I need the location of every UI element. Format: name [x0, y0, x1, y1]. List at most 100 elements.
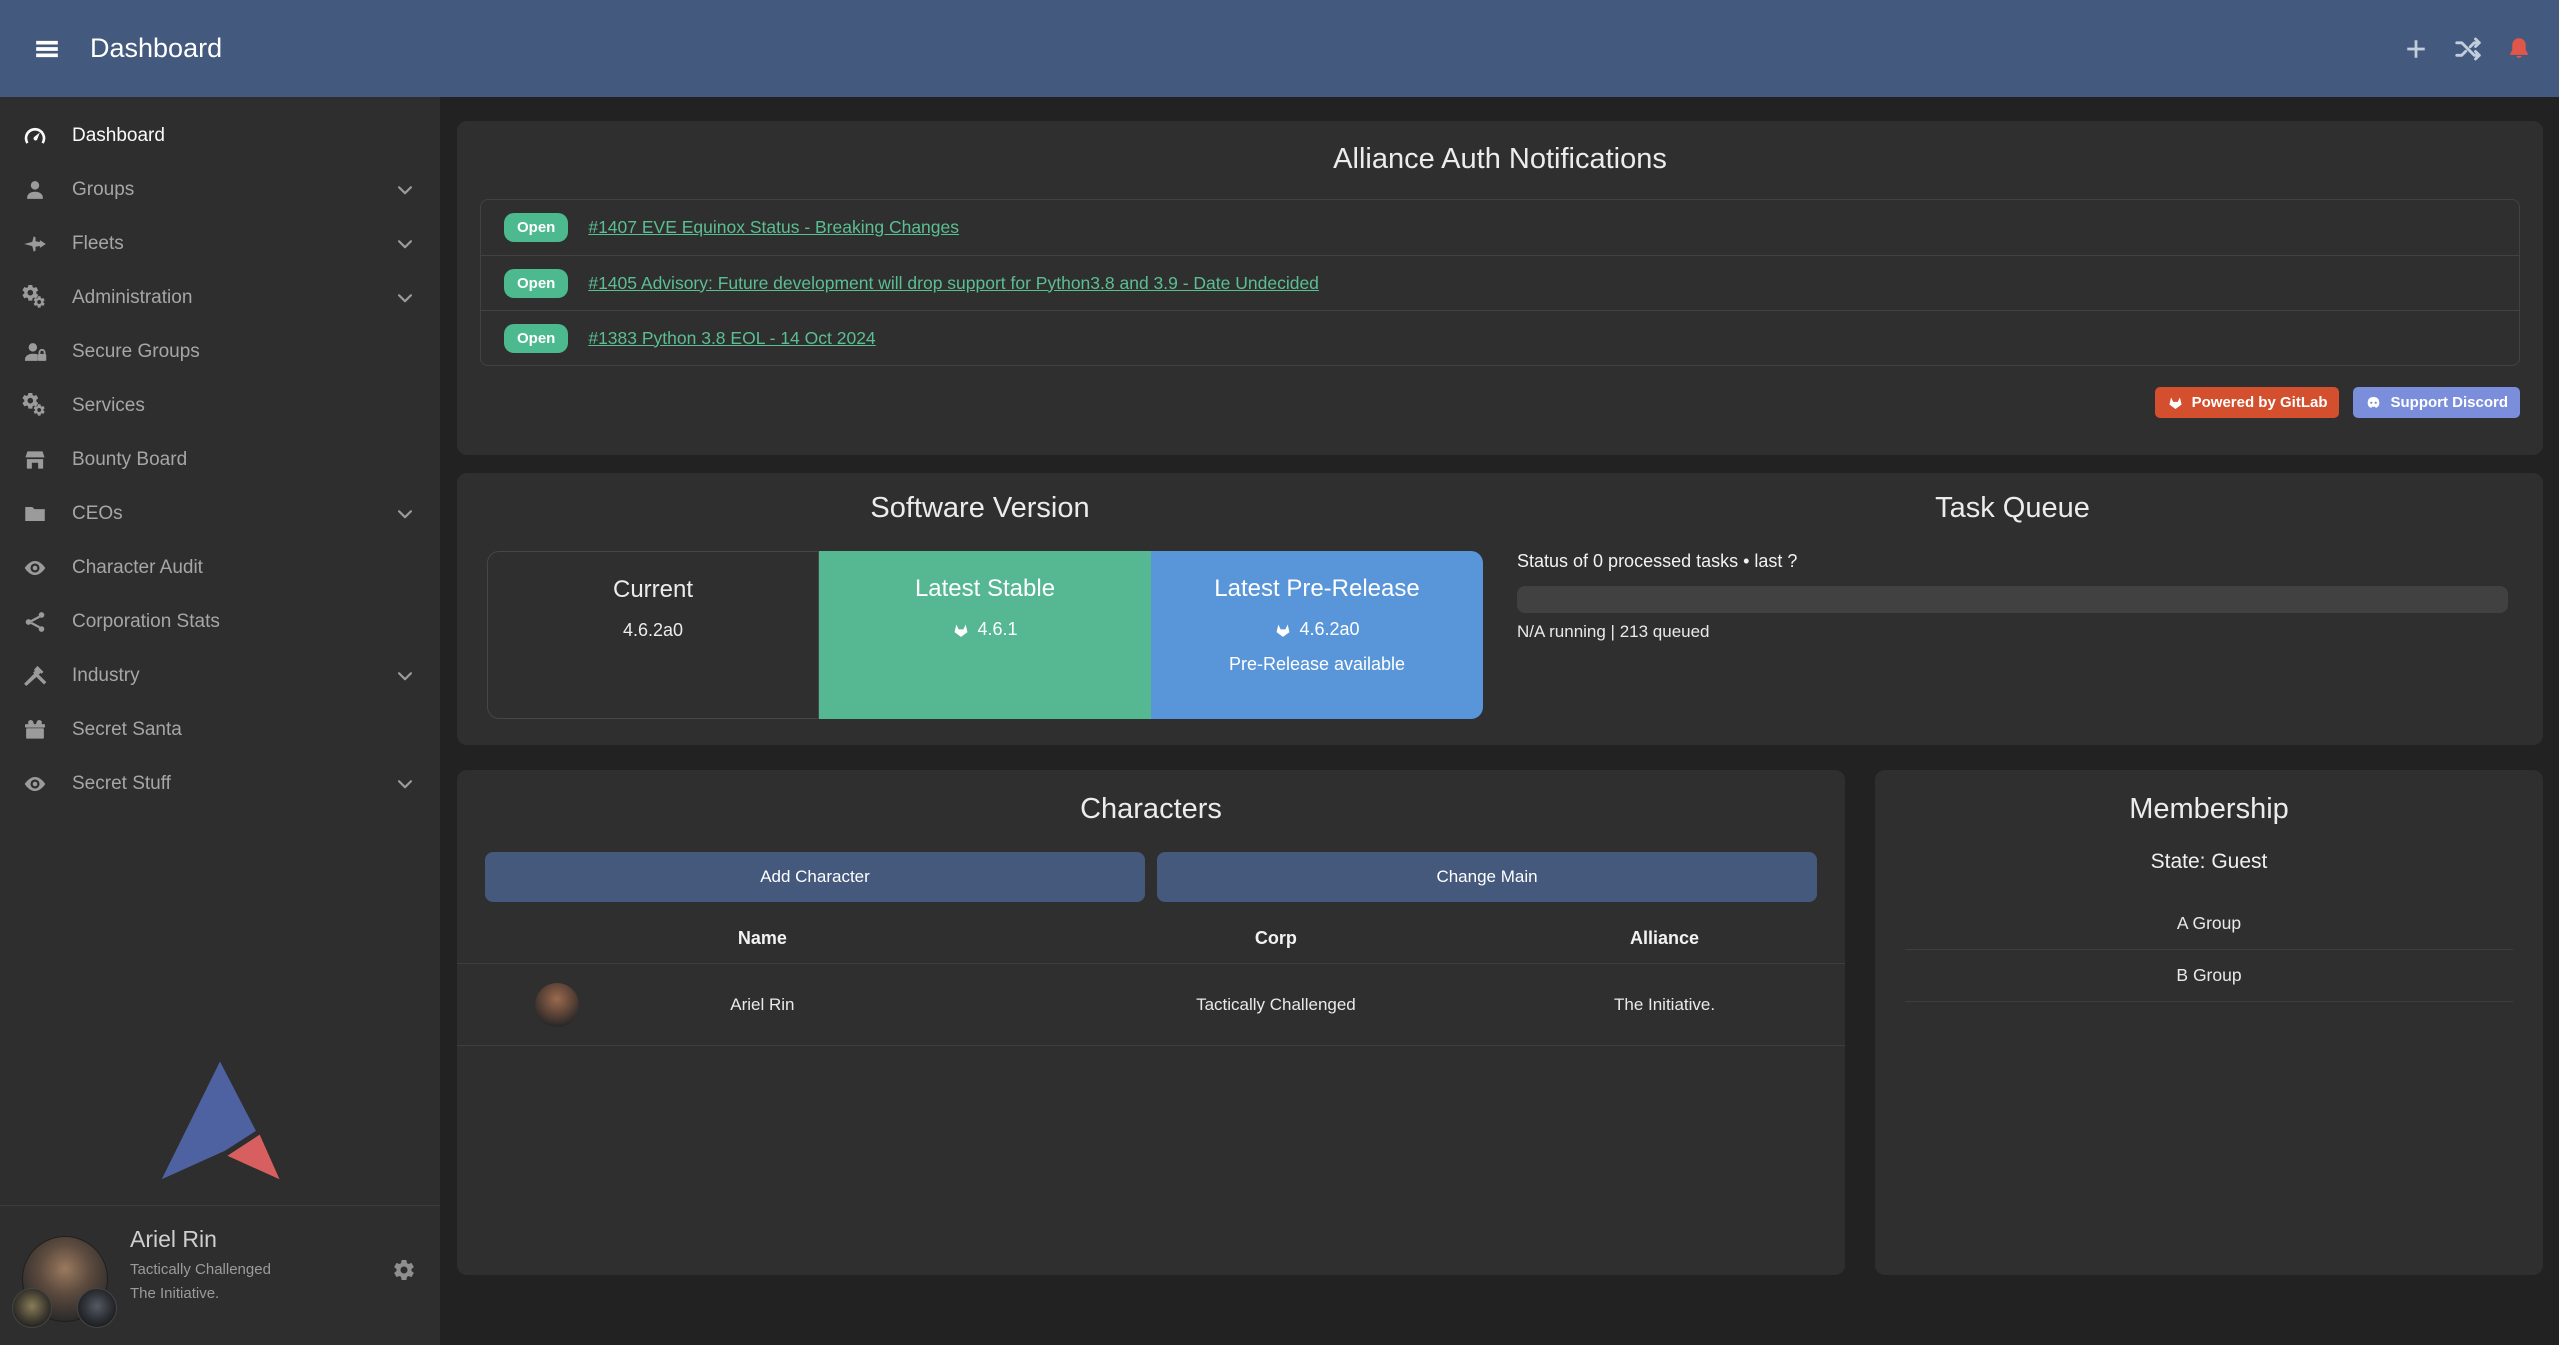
chevron-down-icon — [392, 773, 418, 795]
sidebar-item-groups[interactable]: Groups — [0, 163, 440, 217]
characters-table-header: Name Corp Alliance — [457, 928, 1845, 964]
task-queue-status: Status of 0 processed tasks • last ? — [1517, 551, 2508, 572]
character-alliance: The Initiative. — [1484, 995, 1845, 1015]
status-badge: Open — [504, 324, 568, 353]
characters-panel: Characters Add Character Change Main Nam… — [457, 770, 1845, 1275]
sidebar-item-dashboard[interactable]: Dashboard — [0, 109, 440, 163]
status-badge: Open — [504, 213, 568, 242]
user-avatar — [22, 1236, 108, 1322]
task-queue-title: Task Queue — [1517, 491, 2508, 525]
chevron-down-icon — [392, 233, 418, 255]
notifications-footer: Powered by GitLab Support Discord — [480, 387, 2520, 418]
prerelease-note: Pre-Release available — [1151, 654, 1483, 675]
share-icon — [22, 609, 48, 635]
software-version-title: Software Version — [457, 491, 1503, 525]
bell-icon[interactable] — [2505, 35, 2533, 63]
character-corp: Tactically Challenged — [1068, 995, 1484, 1015]
sidebar-item-label: Dashboard — [72, 125, 165, 147]
user-corp: Tactically Challenged — [130, 1261, 271, 1278]
sidebar-item-secure-groups[interactable]: Secure Groups — [0, 325, 440, 379]
sidebar-item-bounty-board[interactable]: Bounty Board — [0, 433, 440, 487]
notifications-list: Open #1407 EVE Equinox Status - Breaking… — [480, 199, 2520, 366]
gauge-icon — [22, 123, 48, 149]
sidebar-item-label: Administration — [72, 287, 192, 309]
version-heading: Current — [488, 576, 818, 604]
gitlab-icon — [952, 621, 970, 639]
sidebar-item-ceos[interactable]: CEOs — [0, 487, 440, 541]
table-row: Ariel Rin Tactically Challenged The Init… — [457, 964, 1845, 1046]
user-panel: Ariel Rin Tactically Challenged The Init… — [0, 1205, 440, 1345]
column-header-name: Name — [457, 928, 1068, 949]
sidebar-item-industry[interactable]: Industry — [0, 649, 440, 703]
corp-logo-badge — [12, 1288, 52, 1328]
characters-actions: Add Character Change Main — [485, 852, 1817, 902]
jet-icon — [22, 231, 48, 257]
version-value: 4.6.2a0 — [1299, 619, 1359, 640]
plus-icon[interactable] — [2401, 34, 2431, 64]
user-name: Ariel Rin — [130, 1226, 271, 1253]
version-heading: Latest Stable — [819, 575, 1151, 603]
sidebar-item-label: CEOs — [72, 503, 123, 525]
list-item: Open #1405 Advisory: Future development … — [481, 255, 2519, 310]
sidebar-nav: Dashboard Groups Fleets Administration S… — [0, 97, 440, 811]
chevron-down-icon — [392, 665, 418, 687]
task-queue-section: Task Queue Status of 0 processed tasks •… — [1503, 491, 2543, 745]
sidebar: Dashboard Groups Fleets Administration S… — [0, 97, 440, 1345]
sidebar-item-character-audit[interactable]: Character Audit — [0, 541, 440, 595]
membership-groups-list: A Group B Group — [1905, 898, 2513, 1002]
version-heading: Latest Pre-Release — [1151, 575, 1483, 603]
user-lock-icon — [22, 339, 48, 365]
sidebar-item-label: Bounty Board — [72, 449, 187, 471]
alliance-logo-badge — [77, 1288, 117, 1328]
discord-badge[interactable]: Support Discord — [2353, 387, 2520, 418]
discord-badge-label: Support Discord — [2390, 394, 2508, 411]
software-task-panel: Software Version Current 4.6.2a0 Latest … — [457, 473, 2543, 745]
gift-icon — [22, 717, 48, 743]
sidebar-item-label: Services — [72, 395, 145, 417]
sidebar-item-label: Groups — [72, 179, 134, 201]
settings-gear-icon[interactable] — [392, 1258, 416, 1282]
column-header-alliance: Alliance — [1484, 928, 1845, 949]
sidebar-item-secret-stuff[interactable]: Secret Stuff — [0, 757, 440, 811]
shuffle-icon[interactable] — [2453, 34, 2483, 64]
top-navbar: Dashboard — [0, 0, 2559, 97]
sidebar-item-fleets[interactable]: Fleets — [0, 217, 440, 271]
list-item: Open #1383 Python 3.8 EOL - 14 Oct 2024 — [481, 310, 2519, 365]
sidebar-item-services[interactable]: Services — [0, 379, 440, 433]
sidebar-item-label: Secret Santa — [72, 719, 182, 741]
notification-link[interactable]: #1405 Advisory: Future development will … — [588, 273, 1319, 294]
membership-panel: Membership State: Guest A Group B Group — [1875, 770, 2543, 1275]
gitlab-badge[interactable]: Powered by GitLab — [2155, 387, 2340, 418]
bottom-row: Characters Add Character Change Main Nam… — [457, 770, 2543, 1275]
discord-icon — [2365, 394, 2382, 411]
main-content: Alliance Auth Notifications Open #1407 E… — [440, 97, 2559, 1345]
sidebar-item-administration[interactable]: Administration — [0, 271, 440, 325]
gitlab-badge-label: Powered by GitLab — [2192, 394, 2328, 411]
list-item: Open #1407 EVE Equinox Status - Breaking… — [481, 200, 2519, 255]
sidebar-item-label: Secure Groups — [72, 341, 200, 363]
gitlab-icon — [2167, 394, 2184, 411]
sidebar-item-label: Secret Stuff — [72, 773, 171, 795]
notification-link[interactable]: #1383 Python 3.8 EOL - 14 Oct 2024 — [588, 328, 875, 349]
sidebar-item-secret-santa[interactable]: Secret Santa — [0, 703, 440, 757]
notification-link[interactable]: #1407 EVE Equinox Status - Breaking Chan… — [588, 217, 959, 238]
hammer-icon — [22, 663, 48, 689]
sidebar-item-corporation-stats[interactable]: Corporation Stats — [0, 595, 440, 649]
change-main-button[interactable]: Change Main — [1157, 852, 1817, 902]
sidebar-item-label: Character Audit — [72, 557, 203, 579]
add-character-button[interactable]: Add Character — [485, 852, 1145, 902]
chevron-down-icon — [392, 287, 418, 309]
gitlab-icon — [1274, 621, 1292, 639]
version-value: 4.6.1 — [977, 619, 1017, 640]
version-current: Current 4.6.2a0 — [487, 551, 819, 719]
software-version-section: Software Version Current 4.6.2a0 Latest … — [457, 491, 1503, 745]
cogs-icon — [22, 285, 48, 311]
menu-icon[interactable] — [30, 36, 64, 62]
version-columns: Current 4.6.2a0 Latest Stable 4.6.1 Late… — [487, 551, 1483, 719]
eye-icon — [22, 771, 48, 797]
character-portrait — [535, 983, 579, 1027]
sidebar-item-label: Fleets — [72, 233, 124, 255]
characters-table: Name Corp Alliance Ariel Rin Tactically … — [457, 928, 1845, 1046]
eye-icon — [22, 555, 48, 581]
column-header-corp: Corp — [1068, 928, 1484, 949]
